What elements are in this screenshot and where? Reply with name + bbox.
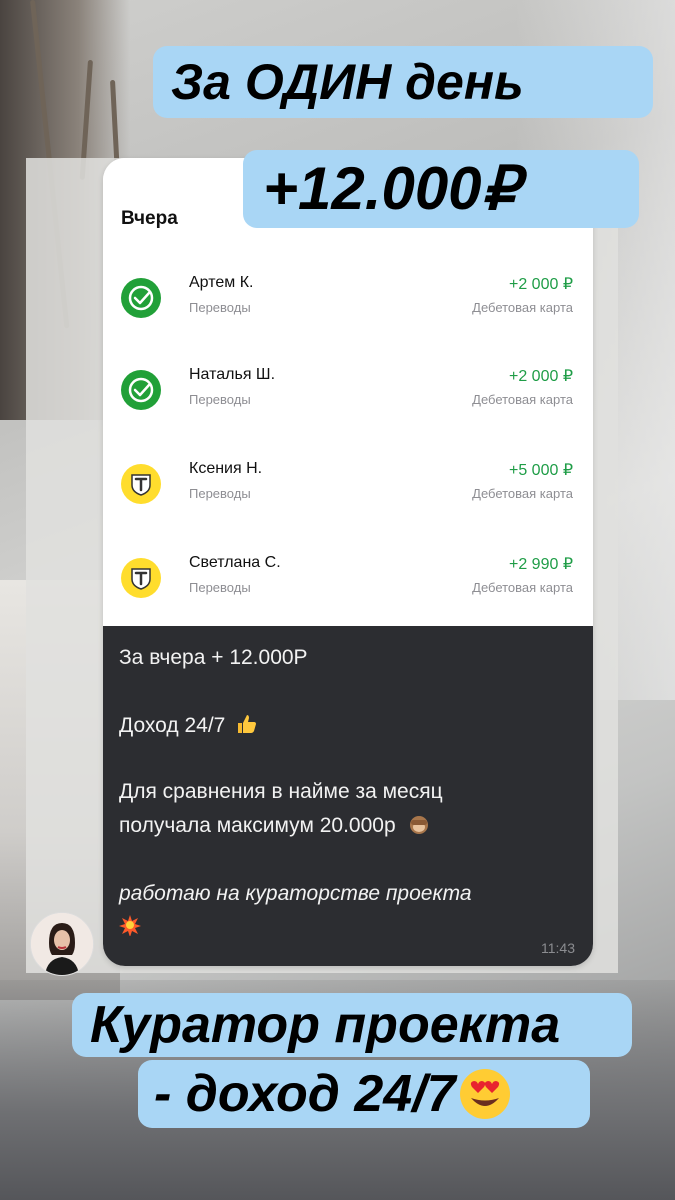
message-text: Доход 24/7 xyxy=(119,712,259,738)
account-name: Дебетовая карта xyxy=(472,486,573,501)
transaction-category: Переводы xyxy=(189,300,251,315)
thumbs-up-icon xyxy=(235,712,259,736)
message-text: получала максимум 20.000р xyxy=(119,812,431,838)
caption-banner: Куратор проекта xyxy=(72,993,632,1057)
see-no-evil-monkey-icon xyxy=(407,812,431,836)
account-name: Дебетовая карта xyxy=(472,300,573,315)
avatar[interactable] xyxy=(30,912,94,976)
amount-banner: +12.000₽ xyxy=(243,150,639,228)
message-text-part: получала максимум 20.000р xyxy=(119,814,396,837)
message-text: Для сравнения в найме за месяц xyxy=(119,780,443,803)
transaction-category: Переводы xyxy=(189,580,251,595)
caption-text: - доход 24/7 xyxy=(154,1065,456,1123)
transaction-row[interactable]: Артем К. Переводы +2 000 ₽ Дебетовая кар… xyxy=(103,274,593,334)
heart-eyes-smiley-icon xyxy=(458,1067,512,1121)
transaction-category: Переводы xyxy=(189,486,251,501)
sender-name: Артем К. xyxy=(189,274,254,291)
section-title: Вчера xyxy=(121,208,178,229)
caption-banner: - доход 24/7 xyxy=(138,1060,590,1128)
headline-banner: За ОДИН день xyxy=(153,46,653,118)
sber-check-icon xyxy=(121,278,161,318)
transaction-amount: +2 000 ₽ xyxy=(508,276,573,293)
transaction-history: Вчера Артем К. Переводы +2 000 ₽ Дебетов… xyxy=(103,158,593,626)
transaction-row[interactable]: Светлана С. Переводы +2 990 ₽ Дебетовая … xyxy=(103,554,593,614)
transaction-amount: +5 000 ₽ xyxy=(508,462,573,479)
account-name: Дебетовая карта xyxy=(472,580,573,595)
tbank-shield-icon xyxy=(121,464,161,504)
message-text: За вчера + 12.000Р xyxy=(119,646,308,669)
transaction-amount: +2 000 ₽ xyxy=(508,368,573,385)
transaction-row[interactable]: Ксения Н. Переводы +5 000 ₽ Дебетовая ка… xyxy=(103,460,593,520)
chat-message-bubble: За вчера + 12.000Р Доход 24/7 Для сравне… xyxy=(103,626,593,966)
sender-name: Ксения Н. xyxy=(189,460,263,477)
sber-check-icon xyxy=(121,370,161,410)
message-timestamp: 11:43 xyxy=(541,940,575,956)
transaction-category: Переводы xyxy=(189,392,251,407)
message-text: работаю на кураторстве проекта xyxy=(119,882,472,905)
account-name: Дебетовая карта xyxy=(472,392,573,407)
transaction-row[interactable]: Наталья Ш. Переводы +2 000 ₽ Дебетовая к… xyxy=(103,366,593,426)
message-text-part: Доход 24/7 xyxy=(119,714,226,737)
tbank-shield-icon xyxy=(121,558,161,598)
transaction-amount: +2 990 ₽ xyxy=(508,556,573,573)
sender-name: Наталья Ш. xyxy=(189,366,276,383)
screenshot-card: Вчера Артем К. Переводы +2 000 ₽ Дебетов… xyxy=(103,158,593,966)
collision-icon xyxy=(119,914,141,942)
sender-name: Светлана С. xyxy=(189,554,281,571)
